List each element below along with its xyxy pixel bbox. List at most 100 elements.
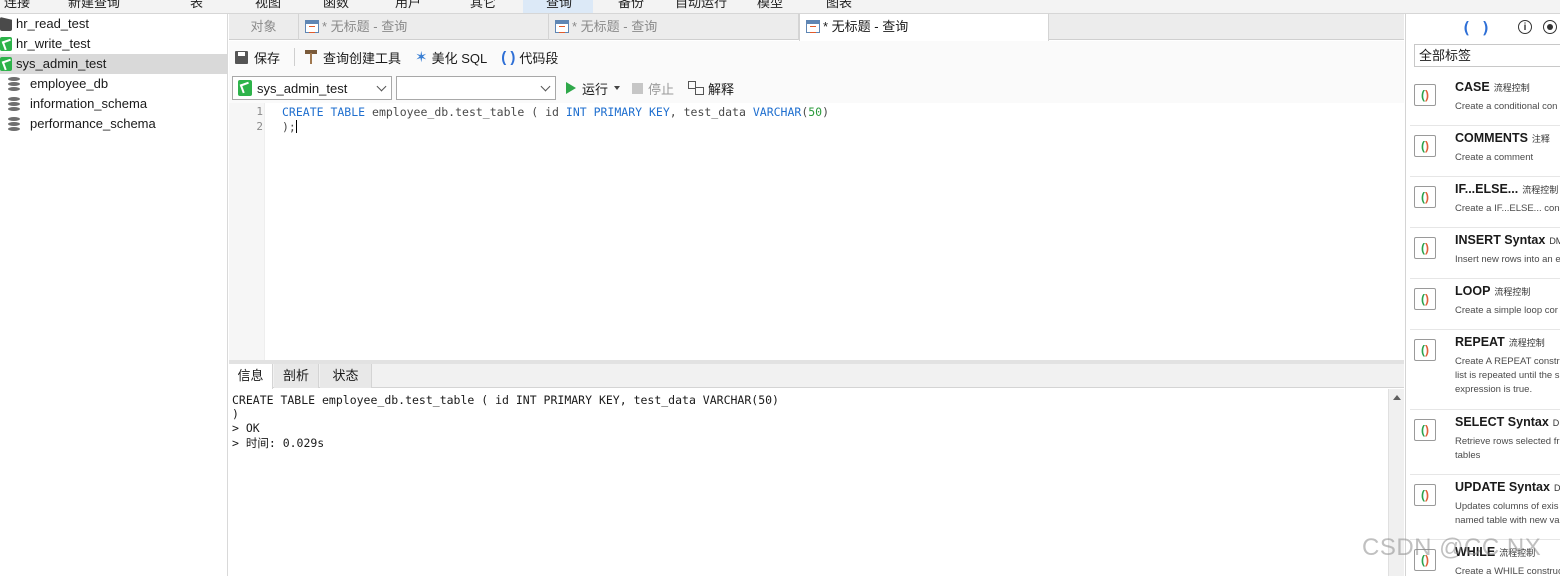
- ribbon-table[interactable]: 表: [190, 0, 203, 11]
- snippet-icon: (): [1414, 288, 1436, 310]
- nav-database-information-schema[interactable]: information_schema: [0, 94, 227, 114]
- tab-query-1[interactable]: * 无标题 - 查询: [299, 14, 549, 40]
- sql-text: );: [282, 120, 296, 134]
- tab-query-3-active[interactable]: * 无标题 - 查询: [799, 14, 1049, 41]
- tab-objects[interactable]: 对象: [229, 14, 299, 40]
- magic-wand-icon: ✶: [415, 49, 428, 66]
- query-icon: [806, 20, 820, 33]
- ribbon-model[interactable]: 模型: [757, 0, 783, 11]
- database-icon: [8, 117, 20, 131]
- tab-query-2[interactable]: * 无标题 - 查询: [549, 14, 799, 40]
- ribbon-connect[interactable]: 连接: [4, 0, 30, 11]
- editor-tab-bar: 对象 * 无标题 - 查询 * 无标题 - 查询 * 无标题 - 查询: [229, 14, 1404, 41]
- scroll-up-icon[interactable]: [1393, 395, 1401, 400]
- database-icon: [8, 77, 20, 91]
- ribbon-new-query[interactable]: 新建查询: [68, 0, 120, 11]
- code-snippet-button[interactable]: ( ) 代码段: [501, 48, 558, 67]
- nav-database-label: information_schema: [30, 96, 148, 111]
- tab-query-label: * 无标题 - 查询: [823, 19, 909, 34]
- info-icon[interactable]: i: [1518, 20, 1532, 34]
- sql-editor[interactable]: 1 2 CREATE TABLE employee_db.test_table …: [229, 103, 1404, 360]
- ribbon-chart[interactable]: 图表: [826, 0, 852, 11]
- snippet-insert-syntax[interactable]: () INSERT SyntaxDM Insert new rows into …: [1410, 229, 1560, 279]
- snippet-desc: list is repeated until the s: [1455, 370, 1560, 381]
- ribbon-function[interactable]: 函数: [323, 0, 349, 11]
- explain-button[interactable]: 解释: [688, 79, 734, 98]
- snippet-comments[interactable]: () COMMENTS 注释 Create a comment: [1410, 127, 1560, 177]
- main-ribbon: 连接 新建查询 表 视图 函数 用户 其它 查询 备份 自动运行 模型 图表: [0, 0, 1560, 14]
- tab-profile-label: 剖析: [282, 368, 309, 383]
- tab-info-label: 信息: [237, 368, 264, 383]
- snippet-if-else[interactable]: () IF...ELSE... 流程控制 Create a IF...ELSE..…: [1410, 178, 1560, 228]
- snippet-icon: (): [1414, 484, 1436, 506]
- query-icon: [305, 20, 319, 33]
- stop-label: 停止: [648, 81, 675, 97]
- run-button[interactable]: 运行: [566, 79, 608, 98]
- save-button[interactable]: 保存: [235, 48, 280, 67]
- run-dropdown-icon[interactable]: [614, 86, 621, 90]
- snippet-loop[interactable]: () LOOP 流程控制 Create a simple loop cor: [1410, 280, 1560, 330]
- sql-text: , test_data: [669, 105, 753, 119]
- snippet-desc: named table with new va: [1455, 515, 1560, 526]
- code-snippet-icon[interactable]: ( ): [1462, 18, 1491, 37]
- ribbon-backup[interactable]: 备份: [618, 0, 644, 11]
- snippet-title: CASE: [1455, 80, 1490, 94]
- snippet-panel: i ( ) 全部标签 () CASE 流程控制 Create a conditio…: [1405, 14, 1560, 576]
- stop-button[interactable]: 停止: [632, 79, 674, 98]
- snippet-title: REPEAT: [1455, 335, 1505, 349]
- sql-text: ): [822, 105, 830, 119]
- toolbar-divider: [294, 48, 296, 66]
- sql-keyword: VARCHAR: [752, 105, 802, 119]
- snippet-title: LOOP: [1455, 284, 1491, 298]
- database-select[interactable]: [396, 76, 556, 100]
- message-line: > OK: [232, 421, 260, 435]
- query-builder-button[interactable]: 查询创建工具: [305, 48, 401, 67]
- explain-label: 解释: [708, 81, 735, 97]
- snippet-desc: Create a simple loop cor: [1455, 305, 1558, 316]
- tab-profile[interactable]: 剖析: [274, 364, 319, 388]
- tab-query-label: * 无标题 - 查询: [322, 19, 408, 34]
- snippet-desc: expression is true.: [1455, 384, 1533, 395]
- tab-status[interactable]: 状态: [320, 364, 372, 388]
- result-tab-bar: 信息 剖析 状态: [229, 364, 1404, 389]
- beautify-sql-button[interactable]: ✶ 美化 SQL: [415, 48, 487, 67]
- snippet-tag: 流程控制: [1508, 338, 1545, 348]
- stop-icon: [632, 82, 644, 94]
- sql-text: employee_db.test_table ( id: [365, 105, 566, 119]
- tag-filter-select[interactable]: 全部标签: [1414, 44, 1560, 67]
- nav-connection-label: hr_write_test: [16, 36, 91, 51]
- ribbon-other[interactable]: 其它: [470, 0, 496, 11]
- nav-connection-hr-read-test[interactable]: hr_read_test: [0, 14, 227, 34]
- nav-database-employee-db[interactable]: employee_db: [0, 74, 227, 94]
- sql-keyword: CREATE TABLE: [282, 105, 366, 119]
- preview-icon[interactable]: [1543, 20, 1557, 34]
- snippet-repeat[interactable]: () REPEAT 流程控制 Create A REPEAT constru li…: [1410, 331, 1560, 410]
- ribbon-view[interactable]: 视图: [255, 0, 281, 11]
- nav-database-performance-schema[interactable]: performance_schema: [0, 114, 227, 134]
- navigation-tree: hr_read_test hr_write_test sys_admin_tes…: [0, 14, 228, 576]
- ribbon-user[interactable]: 用户: [395, 0, 421, 11]
- database-icon: [8, 97, 20, 111]
- nav-connection-hr-write-test[interactable]: hr_write_test: [0, 34, 227, 54]
- connection-select[interactable]: sys_admin_test: [232, 76, 392, 100]
- code-snippet-label: 代码段: [519, 50, 559, 66]
- snippet-case[interactable]: () CASE 流程控制 Create a conditional con: [1410, 76, 1560, 126]
- snippet-update-syntax[interactable]: () UPDATE Syntax D Updates columns of exi…: [1410, 476, 1560, 540]
- ribbon-automation[interactable]: 自动运行: [675, 0, 727, 11]
- tab-info[interactable]: 信息: [229, 364, 273, 389]
- snippet-tag: 流程控制: [1494, 287, 1531, 297]
- hammer-icon: [305, 50, 318, 64]
- message-line: ): [232, 407, 239, 421]
- snippet-title: INSERT Syntax: [1455, 233, 1546, 247]
- snippet-tag: 流程控制: [1522, 185, 1559, 195]
- snippet-desc: Create a IF...ELSE... const: [1455, 203, 1560, 214]
- ribbon-query[interactable]: 查询: [546, 0, 572, 11]
- tag-filter-value: 全部标签: [1419, 48, 1472, 63]
- line-number-gutter: 1 2: [229, 103, 265, 360]
- chevron-down-icon: [376, 81, 387, 92]
- snippet-desc: Insert new rows into an e: [1455, 254, 1560, 265]
- snippet-select-syntax[interactable]: () SELECT SyntaxDM Retrieve rows selecte…: [1410, 411, 1560, 475]
- snippet-desc: Create a comment: [1455, 152, 1534, 163]
- connection-green-icon: [0, 57, 12, 71]
- nav-connection-sys-admin-test[interactable]: sys_admin_test: [0, 54, 227, 74]
